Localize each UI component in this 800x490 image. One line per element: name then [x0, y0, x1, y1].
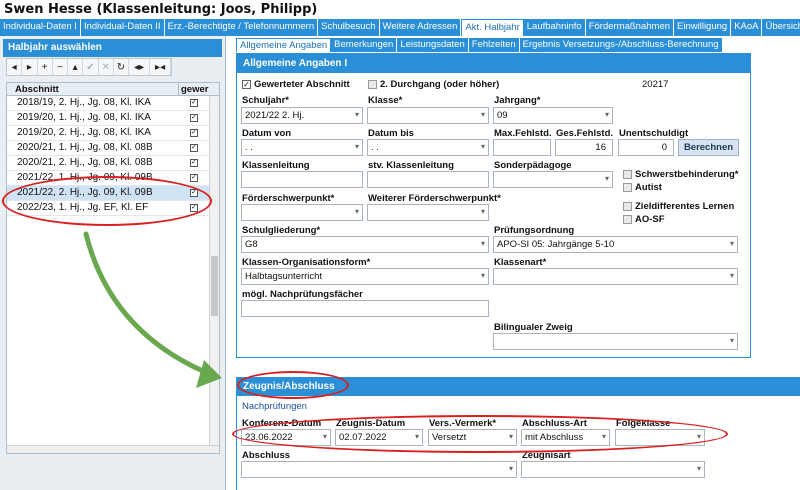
annotation-arrow-icon	[83, 231, 222, 388]
